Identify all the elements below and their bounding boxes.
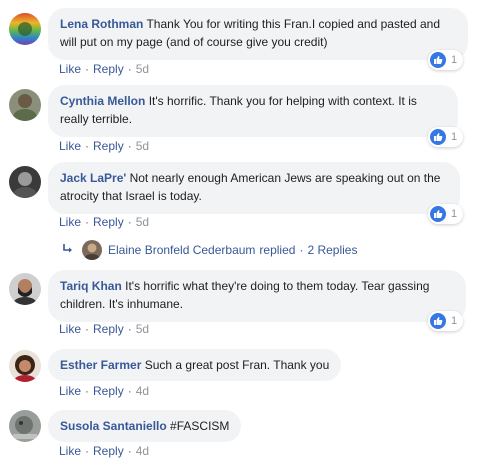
timestamp[interactable]: 5d xyxy=(136,139,149,153)
timestamp[interactable]: 5d xyxy=(136,215,149,229)
avatar[interactable] xyxy=(9,89,41,121)
comment-actions: Like · Reply · 4d xyxy=(59,444,150,458)
comment-text: #FASCISM xyxy=(170,419,230,433)
comment-author[interactable]: Tariq Khan xyxy=(60,279,122,293)
reply-button[interactable]: Reply xyxy=(93,384,124,398)
comment-author[interactable]: Esther Farmer xyxy=(60,358,141,372)
like-thumb-icon xyxy=(430,313,446,329)
reaction-number: 1 xyxy=(451,131,458,143)
comment-actions: Like · Reply · 5d xyxy=(59,215,150,229)
reply-author[interactable]: Elaine Bronfeld Cederbaum xyxy=(108,243,255,257)
avatar[interactable] xyxy=(9,13,41,45)
comment-bubble: Esther Farmer Such a great post Fran. Th… xyxy=(48,349,342,381)
separator: · xyxy=(299,243,304,257)
reply-count[interactable]: 2 Replies xyxy=(307,243,357,257)
comment-author[interactable]: Cynthia Mellon xyxy=(60,94,145,108)
timestamp[interactable]: 5d xyxy=(136,322,149,336)
comment-author[interactable]: Jack LaPre' xyxy=(60,171,126,185)
comment-bubble: Tariq Khan It's horrific what they're do… xyxy=(48,270,466,322)
like-button[interactable]: Like xyxy=(59,62,81,76)
comment-author[interactable]: Susola Santaniello xyxy=(60,419,167,433)
reaction-number: 1 xyxy=(451,315,458,327)
view-replies-link[interactable]: Elaine Bronfeld Cederbaum replied · 2 Re… xyxy=(62,240,357,260)
like-thumb-icon xyxy=(430,129,446,145)
reaction-number: 1 xyxy=(451,208,458,220)
comment-bubble: Cynthia Mellon It's horrific. Thank you … xyxy=(48,85,458,137)
like-button[interactable]: Like xyxy=(59,444,81,458)
timestamp[interactable]: 5d xyxy=(136,62,149,76)
reply-label: replied xyxy=(259,243,296,257)
reaction-count[interactable]: 1 xyxy=(428,311,464,331)
comment-bubble: Jack LaPre' Not nearly enough American J… xyxy=(48,162,460,214)
comment-actions: Like · Reply · 4d xyxy=(59,384,150,398)
reply-button[interactable]: Reply xyxy=(93,444,124,458)
comment-text: Such a great post Fran. Thank you xyxy=(144,358,330,372)
comment-author[interactable]: Lena Rothman xyxy=(60,17,143,31)
reply-arrow-icon xyxy=(62,243,74,258)
avatar[interactable] xyxy=(82,240,102,260)
avatar[interactable] xyxy=(9,350,41,382)
timestamp[interactable]: 4d xyxy=(136,384,149,398)
like-thumb-icon xyxy=(430,52,446,68)
comment-actions: Like · Reply · 5d xyxy=(59,139,150,153)
comment-bubble: Susola Santaniello #FASCISM xyxy=(48,410,242,442)
reply-button[interactable]: Reply xyxy=(93,215,124,229)
reaction-count[interactable]: 1 xyxy=(428,127,464,147)
like-button[interactable]: Like xyxy=(59,215,81,229)
reply-button[interactable]: Reply xyxy=(93,139,124,153)
timestamp[interactable]: 4d xyxy=(136,444,149,458)
reply-button[interactable]: Reply xyxy=(93,322,124,336)
comment-actions: Like · Reply · 5d xyxy=(59,62,150,76)
avatar[interactable] xyxy=(9,166,41,198)
reaction-count[interactable]: 1 xyxy=(428,50,464,70)
like-button[interactable]: Like xyxy=(59,139,81,153)
avatar[interactable] xyxy=(9,410,41,442)
like-button[interactable]: Like xyxy=(59,384,81,398)
reaction-number: 1 xyxy=(451,54,458,66)
reaction-count[interactable]: 1 xyxy=(428,204,464,224)
like-thumb-icon xyxy=(430,206,446,222)
avatar[interactable] xyxy=(9,273,41,305)
comment-bubble: Lena Rothman Thank You for writing this … xyxy=(48,8,468,60)
comment-actions: Like · Reply · 5d xyxy=(59,322,150,336)
reply-button[interactable]: Reply xyxy=(93,62,124,76)
like-button[interactable]: Like xyxy=(59,322,81,336)
